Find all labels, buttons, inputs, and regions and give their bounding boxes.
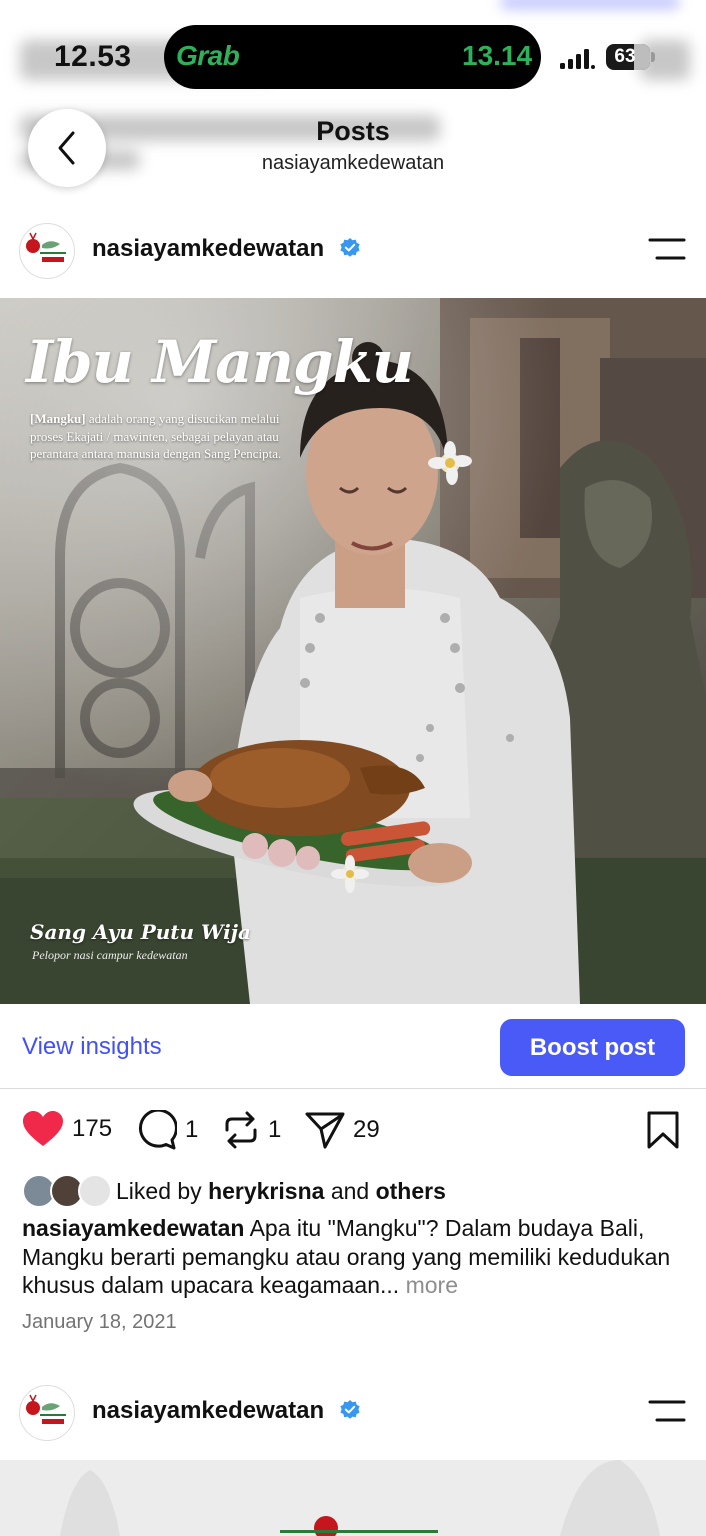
avatar[interactable] bbox=[19, 1385, 75, 1441]
brand-logo-icon bbox=[26, 1394, 66, 1424]
bookmark-icon bbox=[647, 1111, 679, 1149]
repost-count: 1 bbox=[268, 1116, 282, 1143]
battery-icon: 63 bbox=[606, 44, 650, 70]
image-title: Ibu Mangku bbox=[26, 328, 414, 396]
caption-more-link[interactable]: more bbox=[399, 1272, 458, 1298]
comment-icon bbox=[138, 1110, 177, 1150]
comment-count: 1 bbox=[185, 1116, 199, 1143]
post-photo bbox=[0, 298, 706, 1004]
next-post-image-art bbox=[0, 1460, 706, 1536]
live-activity-time: 13.14 bbox=[462, 40, 533, 71]
image-signature: Sang Ayu Putu Wija bbox=[30, 920, 251, 944]
heart-filled-icon bbox=[23, 1111, 63, 1146]
like-count: 175 bbox=[72, 1115, 113, 1142]
post-date: January 18, 2021 bbox=[22, 1311, 177, 1333]
repost-action[interactable]: 1 bbox=[222, 1110, 281, 1150]
post-header: nasiayamkedewatan bbox=[0, 223, 706, 303]
battery-level: 63 bbox=[614, 46, 636, 67]
post-menu-icon[interactable] bbox=[648, 237, 686, 263]
liked-by-row[interactable]: Liked by herykrisna and others bbox=[22, 1174, 702, 1210]
post-username[interactable]: nasiayamkedewatan bbox=[92, 235, 324, 263]
status-bar: 12.53 Grab 13.14 63 bbox=[0, 0, 706, 170]
post-action-bar: 175 1 1 29 bbox=[0, 1110, 706, 1154]
cellular-signal-icon bbox=[560, 49, 595, 69]
like-action[interactable]: 175 bbox=[22, 1110, 112, 1148]
image-description-bold: [Mangku] bbox=[30, 411, 86, 426]
image-description: [Mangku] adalah orang yang disucikan mel… bbox=[30, 410, 306, 463]
verified-badge-icon bbox=[340, 1400, 360, 1419]
post-menu-icon[interactable] bbox=[648, 1399, 686, 1425]
boost-post-button[interactable]: Boost post bbox=[500, 1019, 685, 1076]
repost-icon bbox=[225, 1111, 257, 1149]
avatar[interactable] bbox=[19, 223, 75, 279]
top-accent bbox=[500, 0, 680, 10]
share-count: 29 bbox=[353, 1116, 380, 1143]
liked-by-others[interactable]: others bbox=[376, 1178, 446, 1204]
status-time: 12.53 bbox=[54, 40, 132, 73]
post-caption: nasiayamkedewatan Apa itu "Mangku"? Dala… bbox=[22, 1214, 692, 1300]
post-image[interactable]: Ibu Mangku [Mangku] adalah orang yang di… bbox=[0, 298, 706, 1004]
next-post-image[interactable] bbox=[0, 1460, 706, 1536]
liked-by-text: Liked by herykrisna and others bbox=[116, 1178, 446, 1205]
verified-badge-icon bbox=[340, 238, 360, 257]
liked-by-and: and bbox=[330, 1178, 370, 1204]
battery-nub bbox=[651, 52, 655, 62]
divider bbox=[0, 1088, 706, 1089]
liked-by-prefix: Liked by bbox=[116, 1178, 202, 1204]
view-insights-link[interactable]: View insights bbox=[22, 1033, 162, 1061]
liked-by-user[interactable]: herykrisna bbox=[208, 1178, 324, 1204]
image-signature-caption: Pelopor nasi campur kedewatan bbox=[32, 948, 188, 962]
send-icon bbox=[305, 1112, 345, 1149]
save-action[interactable] bbox=[646, 1110, 680, 1150]
brand-logo-icon bbox=[26, 232, 66, 262]
share-action[interactable]: 29 bbox=[305, 1110, 380, 1150]
page-subtitle: nasiayamkedewatan bbox=[261, 152, 445, 174]
next-post-header: nasiayamkedewatan bbox=[0, 1385, 706, 1465]
caption-username[interactable]: nasiayamkedewatan bbox=[22, 1215, 244, 1241]
next-post-username[interactable]: nasiayamkedewatan bbox=[92, 1397, 324, 1425]
comment-action[interactable]: 1 bbox=[137, 1110, 198, 1150]
grab-logo: Grab bbox=[176, 40, 240, 71]
liker-avatar bbox=[78, 1174, 112, 1208]
page-title: Posts bbox=[316, 116, 390, 146]
